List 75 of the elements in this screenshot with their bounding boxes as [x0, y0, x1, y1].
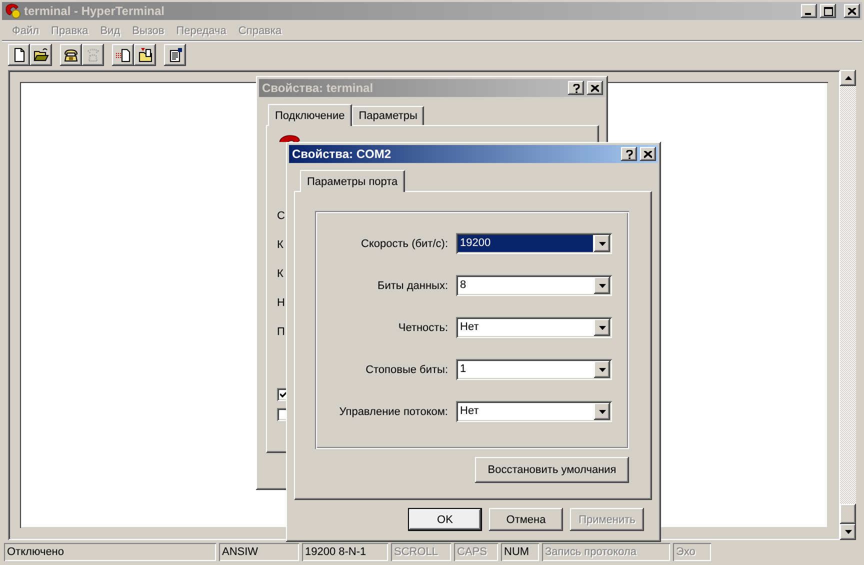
help-icon	[572, 84, 580, 92]
call-tool-button[interactable]	[60, 44, 82, 66]
dropdown-value: Нет	[459, 404, 480, 419]
field-label: Управление потоком:	[338, 406, 448, 418]
dialog-button[interactable]: Отмена	[489, 508, 563, 531]
caret-icon	[598, 326, 606, 330]
close-icon	[848, 8, 856, 14]
status-cell: NUM	[501, 543, 539, 561]
close-button[interactable]	[844, 4, 860, 18]
field-label: С	[277, 209, 285, 223]
caret-icon	[598, 368, 606, 372]
caret-icon	[598, 284, 606, 288]
help-button[interactable]	[568, 81, 584, 95]
status-cell: Эхо	[673, 543, 711, 561]
close-icon	[644, 150, 652, 158]
status-cell: Запись протокола	[542, 543, 670, 561]
window-title: terminal - HyperTerminal	[24, 4, 164, 18]
help-icon	[626, 150, 632, 158]
dropdown-value: Нет	[459, 320, 480, 335]
dropdown-button[interactable]	[594, 403, 610, 420]
folder-icon	[137, 46, 153, 62]
tab[interactable]: Параметры	[352, 106, 424, 125]
close-button[interactable]	[587, 81, 603, 95]
minimize-button[interactable]	[801, 4, 817, 18]
maximize-button[interactable]	[820, 4, 836, 18]
field-label: Скорость (бит/с):	[360, 238, 448, 250]
caret-icon	[598, 410, 606, 414]
field-label: К	[277, 267, 284, 281]
dropdown-button[interactable]	[594, 319, 610, 336]
close-button[interactable]	[640, 147, 656, 161]
new-tool-button[interactable]	[8, 44, 30, 66]
caret-icon	[598, 242, 606, 246]
dialog-button[interactable]: OK	[408, 508, 482, 531]
dropdown-field[interactable]: 8	[456, 275, 612, 296]
check-icon	[280, 391, 287, 398]
dropdown-field[interactable]: 19200	[456, 233, 612, 254]
scroll-down-button[interactable]	[840, 524, 856, 540]
help-button[interactable]	[621, 147, 637, 161]
scroll-up-button[interactable]	[840, 70, 856, 86]
dropdown-value: 8	[459, 278, 468, 293]
dropdown-field[interactable]: Нет	[456, 317, 612, 338]
tab[interactable]: Параметры порта	[300, 170, 405, 192]
dropdown-value: 1	[459, 362, 468, 377]
close-icon	[591, 84, 599, 92]
dropdown-button[interactable]	[594, 361, 610, 378]
dropdown-button[interactable]	[594, 277, 610, 294]
scrollbar-thumb[interactable]	[840, 504, 856, 524]
status-cell: CAPS	[454, 543, 498, 561]
field-label: П	[277, 325, 285, 339]
document-icon	[167, 46, 183, 62]
up-arrow-icon	[844, 76, 852, 80]
field-label: Стоповые биты:	[364, 364, 448, 376]
down-arrow-icon	[844, 530, 852, 534]
send-tool-button[interactable]	[112, 44, 134, 66]
field-label: К	[277, 238, 284, 252]
dropdown-field[interactable]: Нет	[456, 401, 612, 422]
folder-icon	[33, 46, 49, 62]
field-label: Четность:	[397, 322, 448, 334]
status-cell: Отключено	[4, 543, 216, 561]
tab[interactable]: Подключение	[268, 104, 352, 126]
properties-tool-button[interactable]	[164, 44, 186, 66]
field-label: Биты данных:	[376, 280, 448, 292]
status-cell: SCROLL	[391, 543, 451, 561]
dropdown-value: 19200	[458, 235, 593, 252]
maximize-icon	[824, 6, 832, 16]
open-tool-button[interactable]	[30, 44, 52, 66]
window-title: Свойства: COM2	[292, 147, 392, 161]
status-cell: 19200 8-N-1	[302, 543, 388, 561]
field-label: Н	[277, 296, 285, 310]
dropdown-button[interactable]	[594, 235, 610, 252]
restore-defaults-button[interactable]: Восстановить умолчания	[475, 457, 629, 483]
status-cell: ANSIW	[219, 543, 299, 561]
receive-tool-button[interactable]	[134, 44, 156, 66]
window-title: Свойства: terminal	[262, 81, 374, 95]
dropdown-field[interactable]: 1	[456, 359, 612, 380]
